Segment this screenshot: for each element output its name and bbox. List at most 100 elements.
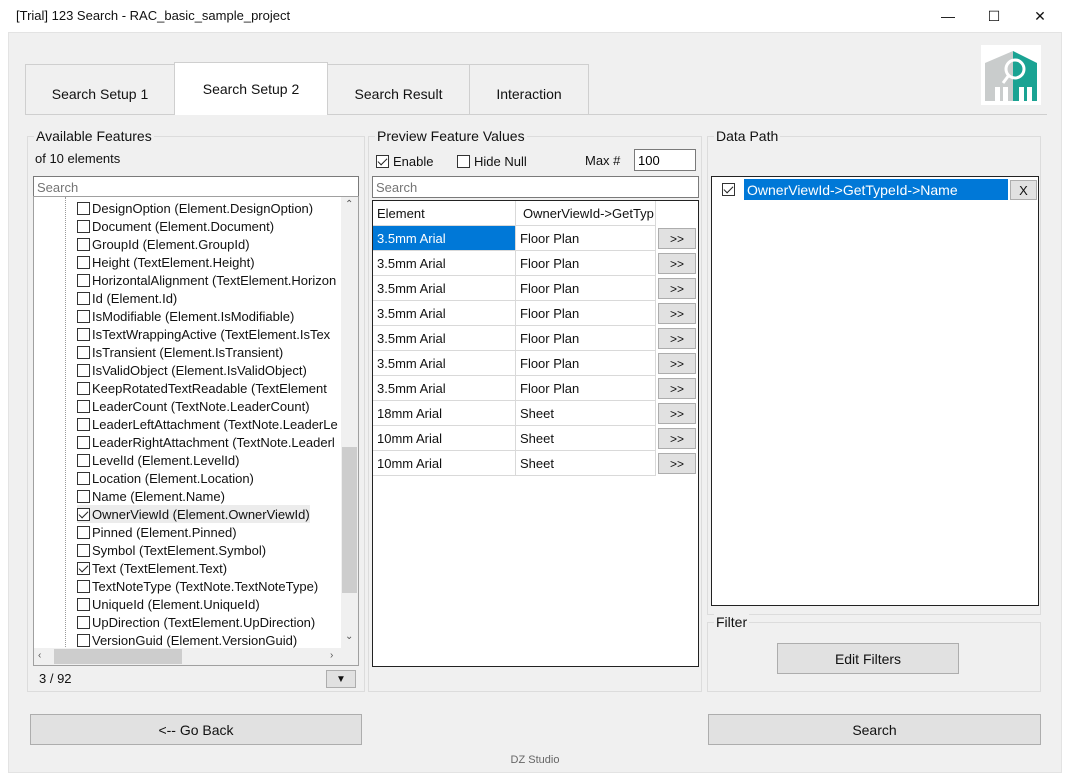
hide-null-checkbox[interactable]: Hide Null [457,154,527,169]
table-row[interactable]: 10mm Arial Sheet >> [373,426,698,451]
cell-value[interactable]: Floor Plan [516,226,656,251]
feature-checkbox[interactable] [77,543,90,557]
expand-value-button[interactable]: >> [658,253,696,274]
feature-item[interactable]: Name (Element.Name) [77,487,225,505]
feature-checkbox[interactable] [77,327,90,341]
cell-element[interactable]: 3.5mm Arial [373,351,516,376]
column-header-element[interactable]: Element [373,201,516,226]
cell-value[interactable]: Floor Plan [516,276,656,301]
expand-value-button[interactable]: >> [658,328,696,349]
feature-item[interactable]: OwnerViewId (Element.OwnerViewId) [77,505,310,523]
vertical-scroll-thumb[interactable] [342,447,357,593]
hide-null-check-icon[interactable] [457,155,470,168]
cell-element[interactable]: 3.5mm Arial [373,276,516,301]
feature-checkbox[interactable] [77,219,90,233]
feature-checkbox[interactable] [77,435,90,449]
table-row[interactable]: 3.5mm Arial Floor Plan >> [373,376,698,401]
tab-search-setup-1[interactable]: Search Setup 1 [25,64,175,114]
feature-item[interactable]: Height (TextElement.Height) [77,253,255,271]
edit-filters-button[interactable]: Edit Filters [777,643,959,674]
scroll-right-icon[interactable]: › [330,650,333,661]
data-path-item[interactable]: OwnerViewId->GetTypeId->Name [744,179,1008,200]
feature-checkbox[interactable] [77,525,90,539]
expand-value-button[interactable]: >> [658,353,696,374]
feature-checkbox[interactable] [77,345,90,359]
data-path-check-icon[interactable] [722,183,735,196]
cell-element[interactable]: 18mm Arial [373,401,516,426]
table-row[interactable]: 3.5mm Arial Floor Plan >> [373,226,698,251]
preview-grid[interactable]: Element OwnerViewId->GetTyp 3.5mm Arial F… [372,200,699,667]
feature-checkbox[interactable] [77,417,90,431]
feature-item[interactable]: IsModifiable (Element.IsModifiable) [77,307,294,325]
data-path-list[interactable]: OwnerViewId->GetTypeId->Name X [711,176,1039,606]
features-horizontal-scrollbar[interactable]: ‹ › [34,648,343,665]
feature-item[interactable]: Document (Element.Document) [77,217,274,235]
feature-item[interactable]: Location (Element.Location) [77,469,254,487]
feature-checkbox[interactable] [77,381,90,395]
enable-check-icon[interactable] [376,155,389,168]
feature-item[interactable]: KeepRotatedTextReadable (TextElement [77,379,327,397]
features-list[interactable]: DesignOption (Element.DesignOption) Docum… [33,196,359,666]
feature-item[interactable]: TextNoteType (TextNote.TextNoteType) [77,577,318,595]
cell-value[interactable]: Sheet [516,401,656,426]
feature-item[interactable]: IsTransient (Element.IsTransient) [77,343,283,361]
feature-checkbox[interactable] [77,363,90,377]
feature-item[interactable]: Pinned (Element.Pinned) [77,523,237,541]
cell-element[interactable]: 3.5mm Arial [373,226,516,251]
feature-checkbox[interactable] [77,453,90,467]
expand-value-button[interactable]: >> [658,428,696,449]
expand-value-button[interactable]: >> [658,403,696,424]
feature-checkbox[interactable] [77,273,90,287]
column-header-value[interactable]: OwnerViewId->GetTyp [516,201,656,226]
feature-item[interactable]: Id (Element.Id) [77,289,177,307]
feature-checkbox[interactable] [77,579,90,593]
feature-item[interactable]: VersionGuid (Element.VersionGuid) [77,631,297,649]
cell-value[interactable]: Floor Plan [516,301,656,326]
cell-element[interactable]: 10mm Arial [373,451,516,476]
feature-checkbox[interactable] [77,201,90,215]
cell-element[interactable]: 3.5mm Arial [373,376,516,401]
feature-checkbox[interactable] [77,255,90,269]
enable-checkbox[interactable]: Enable [376,154,433,169]
expand-value-button[interactable]: >> [658,378,696,399]
scroll-left-icon[interactable]: ‹ [38,650,41,661]
cell-element[interactable]: 3.5mm Arial [373,326,516,351]
cell-element[interactable]: 3.5mm Arial [373,301,516,326]
feature-item[interactable]: Symbol (TextElement.Symbol) [77,541,266,559]
feature-item[interactable]: LeaderRightAttachment (TextNote.Leaderl [77,433,335,451]
cell-value[interactable]: Sheet [516,451,656,476]
feature-item[interactable]: UpDirection (TextElement.UpDirection) [77,613,315,631]
feature-checkbox[interactable] [77,615,90,629]
scroll-up-icon[interactable]: ⌃ [345,199,353,210]
feature-item[interactable]: LeaderLeftAttachment (TextNote.LeaderLe [77,415,338,433]
feature-item[interactable]: IsValidObject (Element.IsValidObject) [77,361,307,379]
tab-search-setup-2[interactable]: Search Setup 2 [174,62,328,115]
feature-item[interactable]: HorizontalAlignment (TextElement.Horizon [77,271,336,289]
cell-value[interactable]: Sheet [516,426,656,451]
feature-checkbox[interactable] [77,291,90,305]
features-search-input[interactable] [33,176,359,198]
go-back-button[interactable]: <-- Go Back [30,714,362,745]
feature-checkbox[interactable] [77,489,90,503]
cell-value[interactable]: Floor Plan [516,251,656,276]
expand-value-button[interactable]: >> [658,303,696,324]
max-count-input[interactable] [634,149,696,171]
search-button[interactable]: Search [708,714,1041,745]
expand-value-button[interactable]: >> [658,228,696,249]
feature-checkbox[interactable] [77,597,90,611]
cell-value[interactable]: Floor Plan [516,351,656,376]
remove-path-button[interactable]: X [1010,180,1037,200]
horizontal-scroll-thumb[interactable] [54,649,182,664]
table-row[interactable]: 3.5mm Arial Floor Plan >> [373,276,698,301]
feature-item[interactable]: Text (TextElement.Text) [77,559,227,577]
feature-checkbox[interactable] [77,633,90,647]
cell-value[interactable]: Floor Plan [516,326,656,351]
expand-value-button[interactable]: >> [658,453,696,474]
table-row[interactable]: 3.5mm Arial Floor Plan >> [373,301,698,326]
minimize-button[interactable]: — [925,0,971,32]
table-row[interactable]: 10mm Arial Sheet >> [373,451,698,476]
preview-search-input[interactable] [372,176,699,198]
tab-interaction[interactable]: Interaction [469,64,589,114]
feature-checkbox[interactable] [77,507,90,521]
tab-search-result[interactable]: Search Result [327,64,470,114]
